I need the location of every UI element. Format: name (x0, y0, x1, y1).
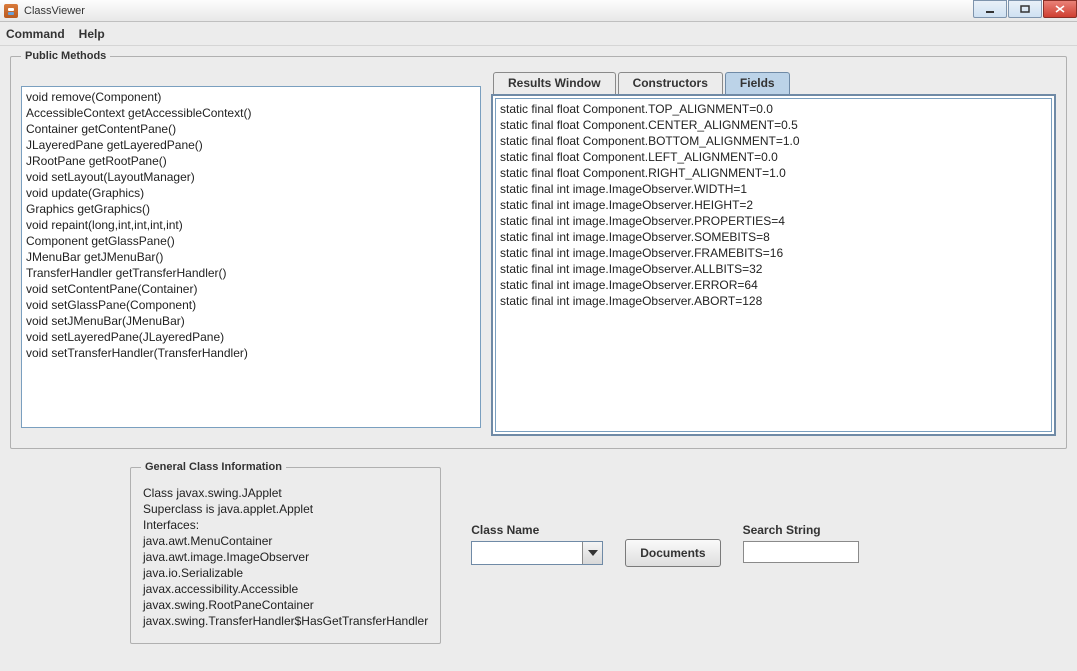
gci-line: javax.accessibility.Accessible (143, 581, 428, 597)
search-string-group: Search String (743, 523, 859, 563)
method-item[interactable]: Component getGlassPane() (26, 233, 476, 249)
gci-line: Superclass is java.applet.Applet (143, 501, 428, 517)
gci-line: javax.swing.TransferHandler$HasGetTransf… (143, 613, 428, 629)
maximize-icon (1020, 5, 1030, 13)
public-methods-list[interactable]: void remove(Component)AccessibleContext … (21, 86, 481, 428)
field-item[interactable]: static final float Component.CENTER_ALIG… (500, 117, 1047, 133)
method-item[interactable]: TransferHandler getTransferHandler() (26, 265, 476, 281)
method-item[interactable]: void remove(Component) (26, 89, 476, 105)
gci-text: Class javax.swing.JAppletSuperclass is j… (141, 483, 430, 631)
menu-command[interactable]: Command (6, 27, 65, 41)
class-name-group: Class Name (471, 523, 603, 565)
field-item[interactable]: static final float Component.RIGHT_ALIGN… (500, 165, 1047, 181)
gci-legend: General Class Information (141, 461, 286, 473)
minimize-icon (985, 5, 995, 13)
tabs-bar: Results WindowConstructorsFields (493, 72, 1056, 94)
documents-button-label: Documents (640, 546, 705, 560)
gci-line: javax.swing.RootPaneContainer (143, 597, 428, 613)
window-buttons (972, 0, 1077, 20)
field-item[interactable]: static final int image.ImageObserver.PRO… (500, 213, 1047, 229)
tab-results-window[interactable]: Results Window (493, 72, 616, 94)
fields-panel: static final float Component.TOP_ALIGNME… (491, 94, 1056, 436)
method-item[interactable]: void setContentPane(Container) (26, 281, 476, 297)
method-item[interactable]: void update(Graphics) (26, 185, 476, 201)
field-item[interactable]: static final int image.ImageObserver.ABO… (500, 293, 1047, 309)
method-item[interactable]: void setLayout(LayoutManager) (26, 169, 476, 185)
fields-list[interactable]: static final float Component.TOP_ALIGNME… (495, 98, 1052, 432)
method-item[interactable]: void setLayeredPane(JLayeredPane) (26, 329, 476, 345)
title-bar: ClassViewer (0, 0, 1077, 22)
close-icon (1055, 5, 1065, 13)
close-button[interactable] (1043, 0, 1077, 18)
method-item[interactable]: void setJMenuBar(JMenuBar) (26, 313, 476, 329)
field-item[interactable]: static final int image.ImageObserver.ALL… (500, 261, 1047, 277)
field-item[interactable]: static final int image.ImageObserver.FRA… (500, 245, 1047, 261)
gci-line: Interfaces: (143, 517, 428, 533)
gci-line: Class javax.swing.JApplet (143, 485, 428, 501)
documents-button[interactable]: Documents (625, 539, 720, 567)
field-item[interactable]: static final int image.ImageObserver.HEI… (500, 197, 1047, 213)
method-item[interactable]: void setGlassPane(Component) (26, 297, 476, 313)
gci-line: java.awt.image.ImageObserver (143, 549, 428, 565)
content-area: Public Methods void remove(Component)Acc… (0, 46, 1077, 654)
method-item[interactable]: JMenuBar getJMenuBar() (26, 249, 476, 265)
field-item[interactable]: static final float Component.TOP_ALIGNME… (500, 101, 1047, 117)
field-item[interactable]: static final float Component.BOTTOM_ALIG… (500, 133, 1047, 149)
method-item[interactable]: JLayeredPane getLayeredPane() (26, 137, 476, 153)
method-item[interactable]: void setTransferHandler(TransferHandler) (26, 345, 476, 361)
class-name-combo[interactable] (471, 541, 603, 565)
method-item[interactable]: JRootPane getRootPane() (26, 153, 476, 169)
public-methods-legend: Public Methods (21, 50, 110, 62)
chevron-down-icon (588, 550, 598, 556)
field-item[interactable]: static final int image.ImageObserver.ERR… (500, 277, 1047, 293)
field-item[interactable]: static final int image.ImageObserver.SOM… (500, 229, 1047, 245)
search-string-label: Search String (743, 523, 859, 537)
field-item[interactable]: static final int image.ImageObserver.WID… (500, 181, 1047, 197)
menu-bar: Command Help (0, 22, 1077, 46)
minimize-button[interactable] (973, 0, 1007, 18)
method-item[interactable]: Graphics getGraphics() (26, 201, 476, 217)
method-item[interactable]: Container getContentPane() (26, 121, 476, 137)
maximize-button[interactable] (1008, 0, 1042, 18)
tab-constructors[interactable]: Constructors (618, 72, 723, 94)
method-item[interactable]: AccessibleContext getAccessibleContext() (26, 105, 476, 121)
controls-row: Class Name Documents Search String (471, 523, 858, 567)
method-item[interactable]: void repaint(long,int,int,int,int) (26, 217, 476, 233)
gci-line: java.io.Serializable (143, 565, 428, 581)
field-item[interactable]: static final float Component.LEFT_ALIGNM… (500, 149, 1047, 165)
public-methods-panel: Public Methods void remove(Component)Acc… (10, 50, 1067, 449)
window-title: ClassViewer (24, 5, 85, 17)
gci-line: java.awt.MenuContainer (143, 533, 428, 549)
class-name-input[interactable] (472, 542, 582, 564)
general-class-info-panel: General Class Information Class javax.sw… (130, 461, 441, 644)
tab-fields[interactable]: Fields (725, 72, 790, 94)
app-icon (4, 4, 18, 18)
class-name-label: Class Name (471, 523, 603, 537)
menu-help[interactable]: Help (79, 27, 105, 41)
search-string-input[interactable] (743, 541, 859, 563)
class-name-dropdown-button[interactable] (582, 542, 602, 564)
